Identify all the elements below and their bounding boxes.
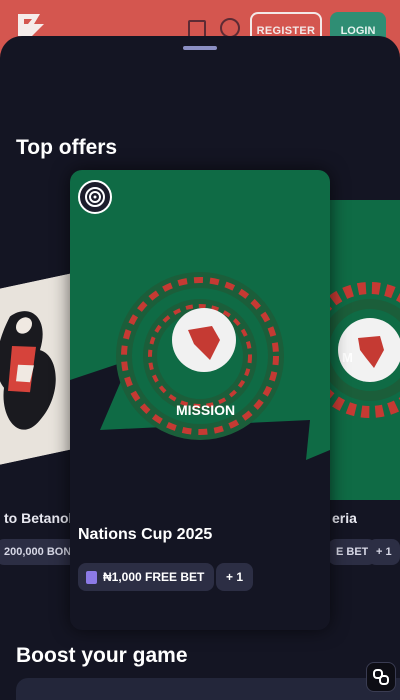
free-bet-label: ₦1,000 FREE BET [103, 570, 205, 584]
offer-card-left[interactable] [0, 273, 72, 467]
offer-card-nations-cup[interactable]: MISSION Nations Cup 2025 ₦1,000 FREE BET… [70, 170, 330, 630]
offer-card-right-title: eria [332, 510, 357, 526]
offer-card-left-title: to Betanol [4, 510, 73, 526]
target-icon [78, 180, 112, 214]
sheet-drag-handle[interactable] [183, 46, 217, 50]
free-bet-chip[interactable]: ₦1,000 FREE BET [78, 563, 215, 591]
offer-card-right-extra[interactable]: + 1 [368, 539, 400, 565]
offer-card-title: Nations Cup 2025 [78, 526, 213, 543]
link-icon[interactable] [366, 662, 396, 692]
svg-text:M: M [342, 350, 353, 365]
illustration-icon [0, 273, 72, 467]
offer-card-right[interactable]: M [330, 200, 400, 500]
extra-offers-chip[interactable]: + 1 [216, 563, 254, 591]
brand-logo[interactable] [14, 12, 48, 38]
offers-sheet: Top offers to Betanol 200,000 BONU M eri… [0, 36, 400, 700]
boost-your-game-title: Boost your game [16, 644, 188, 667]
ticket-icon [86, 570, 97, 584]
soccer-ball-icon: M [330, 200, 400, 500]
mission-logo-text: MISSION [176, 402, 235, 418]
boost-section-card[interactable] [16, 678, 400, 700]
nations-cup-banner: MISSION [70, 170, 330, 500]
top-offers-title: Top offers [16, 136, 118, 159]
search-icon[interactable] [220, 18, 240, 38]
